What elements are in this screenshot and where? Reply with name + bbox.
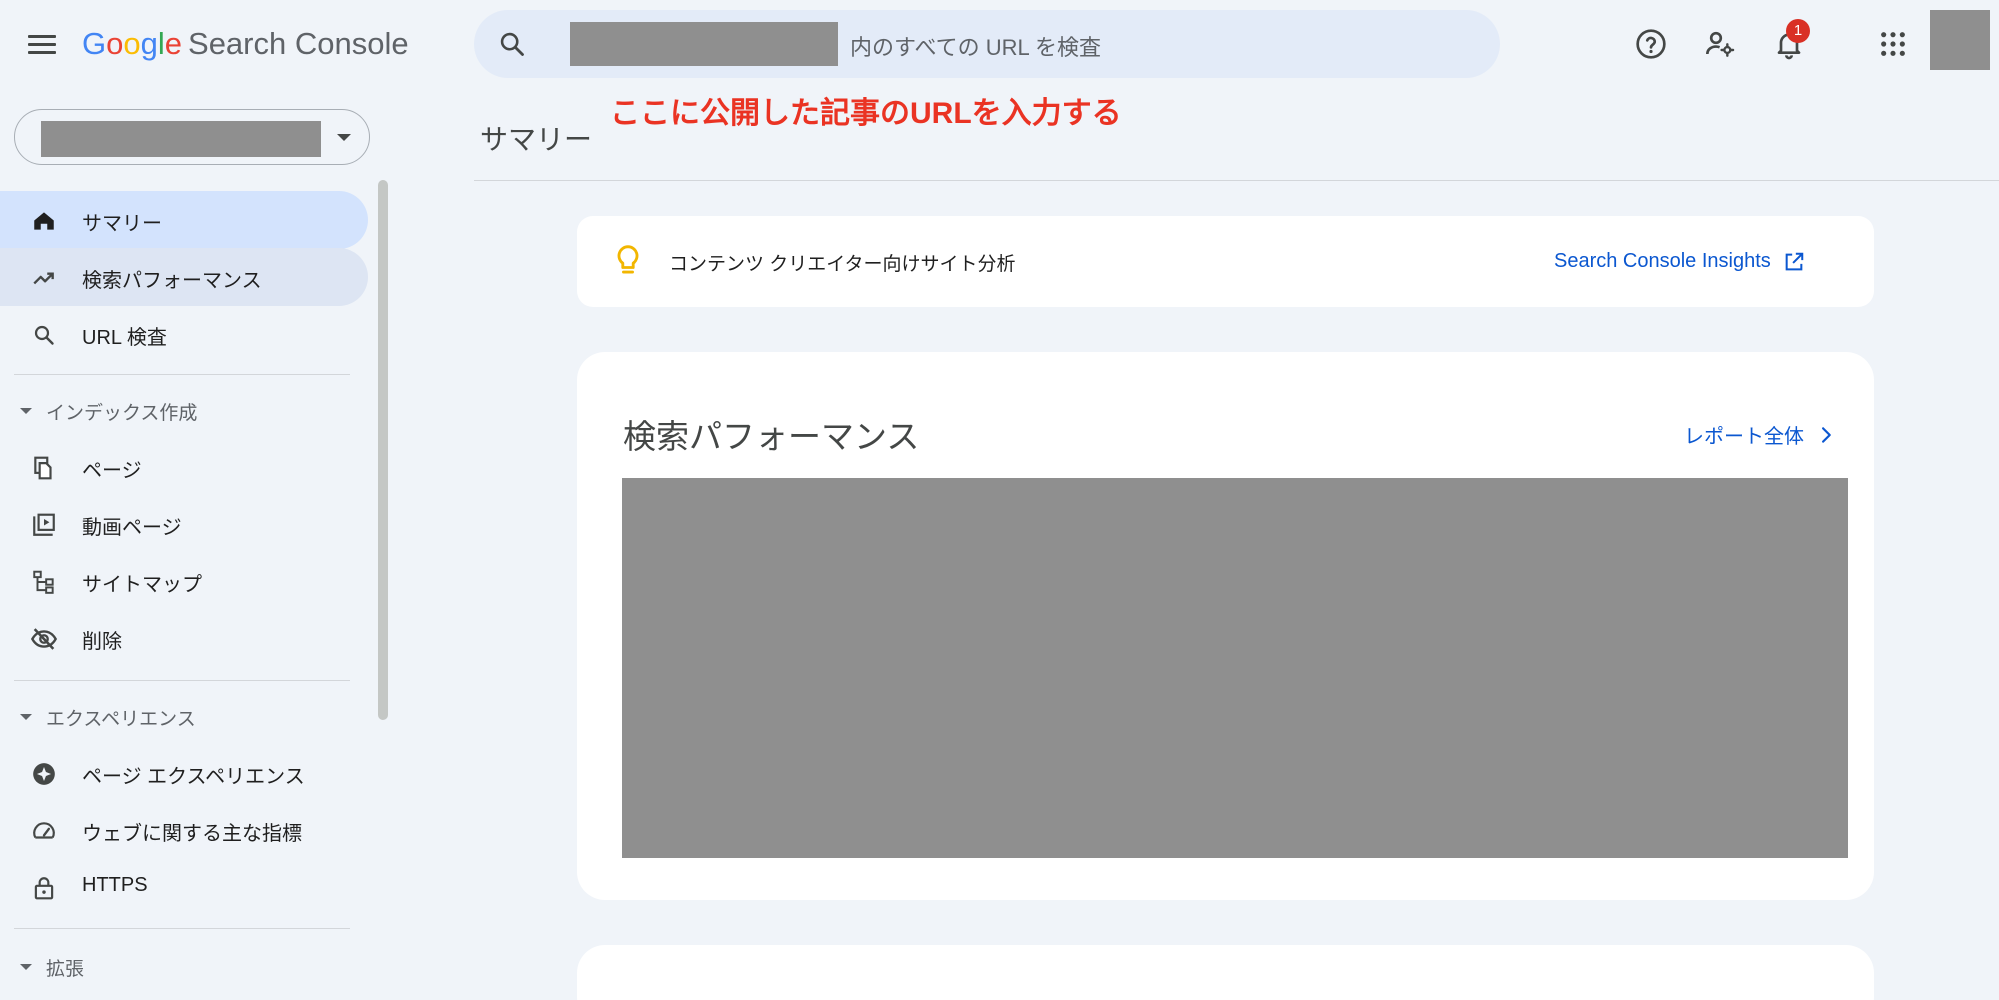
main-menu-button[interactable] — [22, 26, 62, 62]
sidebar-item-label: サマリー — [82, 213, 162, 235]
hamburger-line — [28, 34, 56, 38]
logo-letter: e — [164, 26, 183, 61]
insights-card: コンテンツ クリエイター向けサイト分析 Search Console Insig… — [577, 216, 1874, 307]
sidebar-item-label: ページ — [82, 460, 142, 482]
section-label: エクスペリエンス — [46, 708, 196, 730]
title-divider — [474, 180, 1999, 181]
trending-up-icon — [30, 264, 58, 292]
help-button[interactable] — [1631, 24, 1671, 64]
sidebar-item-label: 削除 — [82, 631, 122, 653]
search-performance-card: 検索パフォーマンス レポート全体 — [577, 352, 1874, 900]
hamburger-line — [28, 50, 56, 54]
expand-arrow-icon — [20, 714, 32, 720]
product-logo[interactable]: Google Search Console — [82, 26, 409, 62]
product-name: Search Console — [188, 26, 409, 61]
chevron-right-icon — [1822, 426, 1831, 443]
google-apps-button[interactable] — [1873, 24, 1913, 64]
account-avatar[interactable] — [1930, 10, 1990, 70]
sidebar-item-label: ページ エクスペリエンス — [82, 766, 305, 788]
help-icon — [1636, 29, 1666, 59]
sidebar-item-label: ウェブに関する主な指標 — [82, 823, 302, 845]
logo-letter: G — [82, 26, 107, 61]
expand-arrow-icon — [20, 408, 32, 414]
logo-letter: l — [157, 26, 165, 61]
page-title: サマリー — [480, 124, 593, 155]
property-selector[interactable] — [14, 109, 370, 165]
sidebar-item-removals[interactable]: 削除 — [0, 609, 368, 667]
home-icon — [30, 207, 58, 235]
experience-icon — [30, 760, 58, 788]
insights-description: コンテンツ クリエイター向けサイト分析 — [669, 254, 1016, 275]
annotation-text: ここに公開した記事のURLを入力する — [610, 97, 1122, 130]
redacted-performance-chart — [622, 478, 1848, 858]
sidebar-item-search-performance[interactable]: 検索パフォーマンス — [0, 248, 368, 306]
next-card — [577, 945, 1874, 1000]
sidebar-item-label: HTTPS — [82, 874, 148, 896]
section-toggle-enhancements[interactable]: 拡張 — [20, 952, 84, 982]
section-label: 拡張 — [46, 958, 85, 980]
dropdown-arrow-icon — [337, 134, 351, 141]
visibility-off-icon — [30, 625, 58, 653]
sidebar-divider — [14, 374, 350, 375]
search-placeholder: 内のすべての URL を検査 — [850, 35, 1101, 60]
search-icon — [30, 321, 58, 349]
open-in-new-icon — [1785, 252, 1804, 270]
lightbulb-icon — [617, 245, 639, 274]
redacted-property-value — [41, 121, 321, 157]
user-settings-button[interactable] — [1700, 24, 1740, 64]
sitemap-icon — [30, 568, 58, 596]
apps-grid-icon — [1881, 32, 1905, 56]
top-app-bar: Google Search Console 内のすべての URL を検査 1 — [0, 0, 1999, 90]
sidebar-scrollbar[interactable] — [378, 180, 388, 720]
sidebar-item-sitemaps[interactable]: サイトマップ — [0, 552, 368, 610]
expand-arrow-icon — [20, 964, 32, 970]
link-label: Search Console Insights — [1554, 250, 1771, 272]
hamburger-line — [28, 42, 56, 46]
card-title: 検索パフォーマンス — [623, 418, 920, 455]
sidebar-item-summary[interactable]: サマリー — [0, 191, 368, 249]
sidebar-item-label: 動画ページ — [82, 517, 182, 539]
link-label: レポート全体 — [1684, 426, 1804, 448]
section-toggle-indexing[interactable]: インデックス作成 — [20, 396, 197, 426]
sidebar-item-pages[interactable]: ページ — [0, 438, 368, 496]
sidebar-item-url-inspection[interactable]: URL 検査 — [0, 305, 368, 363]
logo-letter: o — [106, 26, 124, 61]
sidebar-item-video-pages[interactable]: 動画ページ — [0, 495, 368, 553]
speed-gauge-icon — [30, 817, 58, 845]
sidebar-item-core-web-vitals[interactable]: ウェブに関する主な指標 — [0, 801, 368, 859]
notification-count-badge: 1 — [1786, 19, 1810, 43]
sidebar-item-label: サイトマップ — [82, 574, 202, 596]
sidebar-item-label: URL 検査 — [82, 327, 167, 349]
redacted-property-name — [570, 22, 838, 66]
sidebar-item-page-experience[interactable]: ページ エクスペリエンス — [0, 744, 368, 802]
sidebar-item-label: 検索パフォーマンス — [82, 270, 262, 292]
section-toggle-experience[interactable]: エクスペリエンス — [20, 702, 196, 732]
search-icon[interactable] — [498, 30, 526, 58]
search-console-insights-link[interactable]: Search Console Insights — [1554, 250, 1805, 273]
sidebar-divider — [14, 928, 350, 929]
manage-accounts-icon — [1706, 31, 1735, 57]
pages-icon — [30, 454, 58, 482]
url-inspection-search[interactable]: 内のすべての URL を検査 — [474, 10, 1500, 78]
full-report-link[interactable]: レポート全体 — [1684, 420, 1836, 449]
logo-letter: g — [140, 26, 158, 61]
sidebar-item-https[interactable]: HTTPS — [0, 858, 368, 916]
sidebar-divider — [14, 680, 350, 681]
video-pages-icon — [30, 511, 58, 539]
section-label: インデックス作成 — [46, 402, 198, 424]
lock-icon — [30, 874, 58, 902]
logo-letter: o — [123, 26, 141, 61]
